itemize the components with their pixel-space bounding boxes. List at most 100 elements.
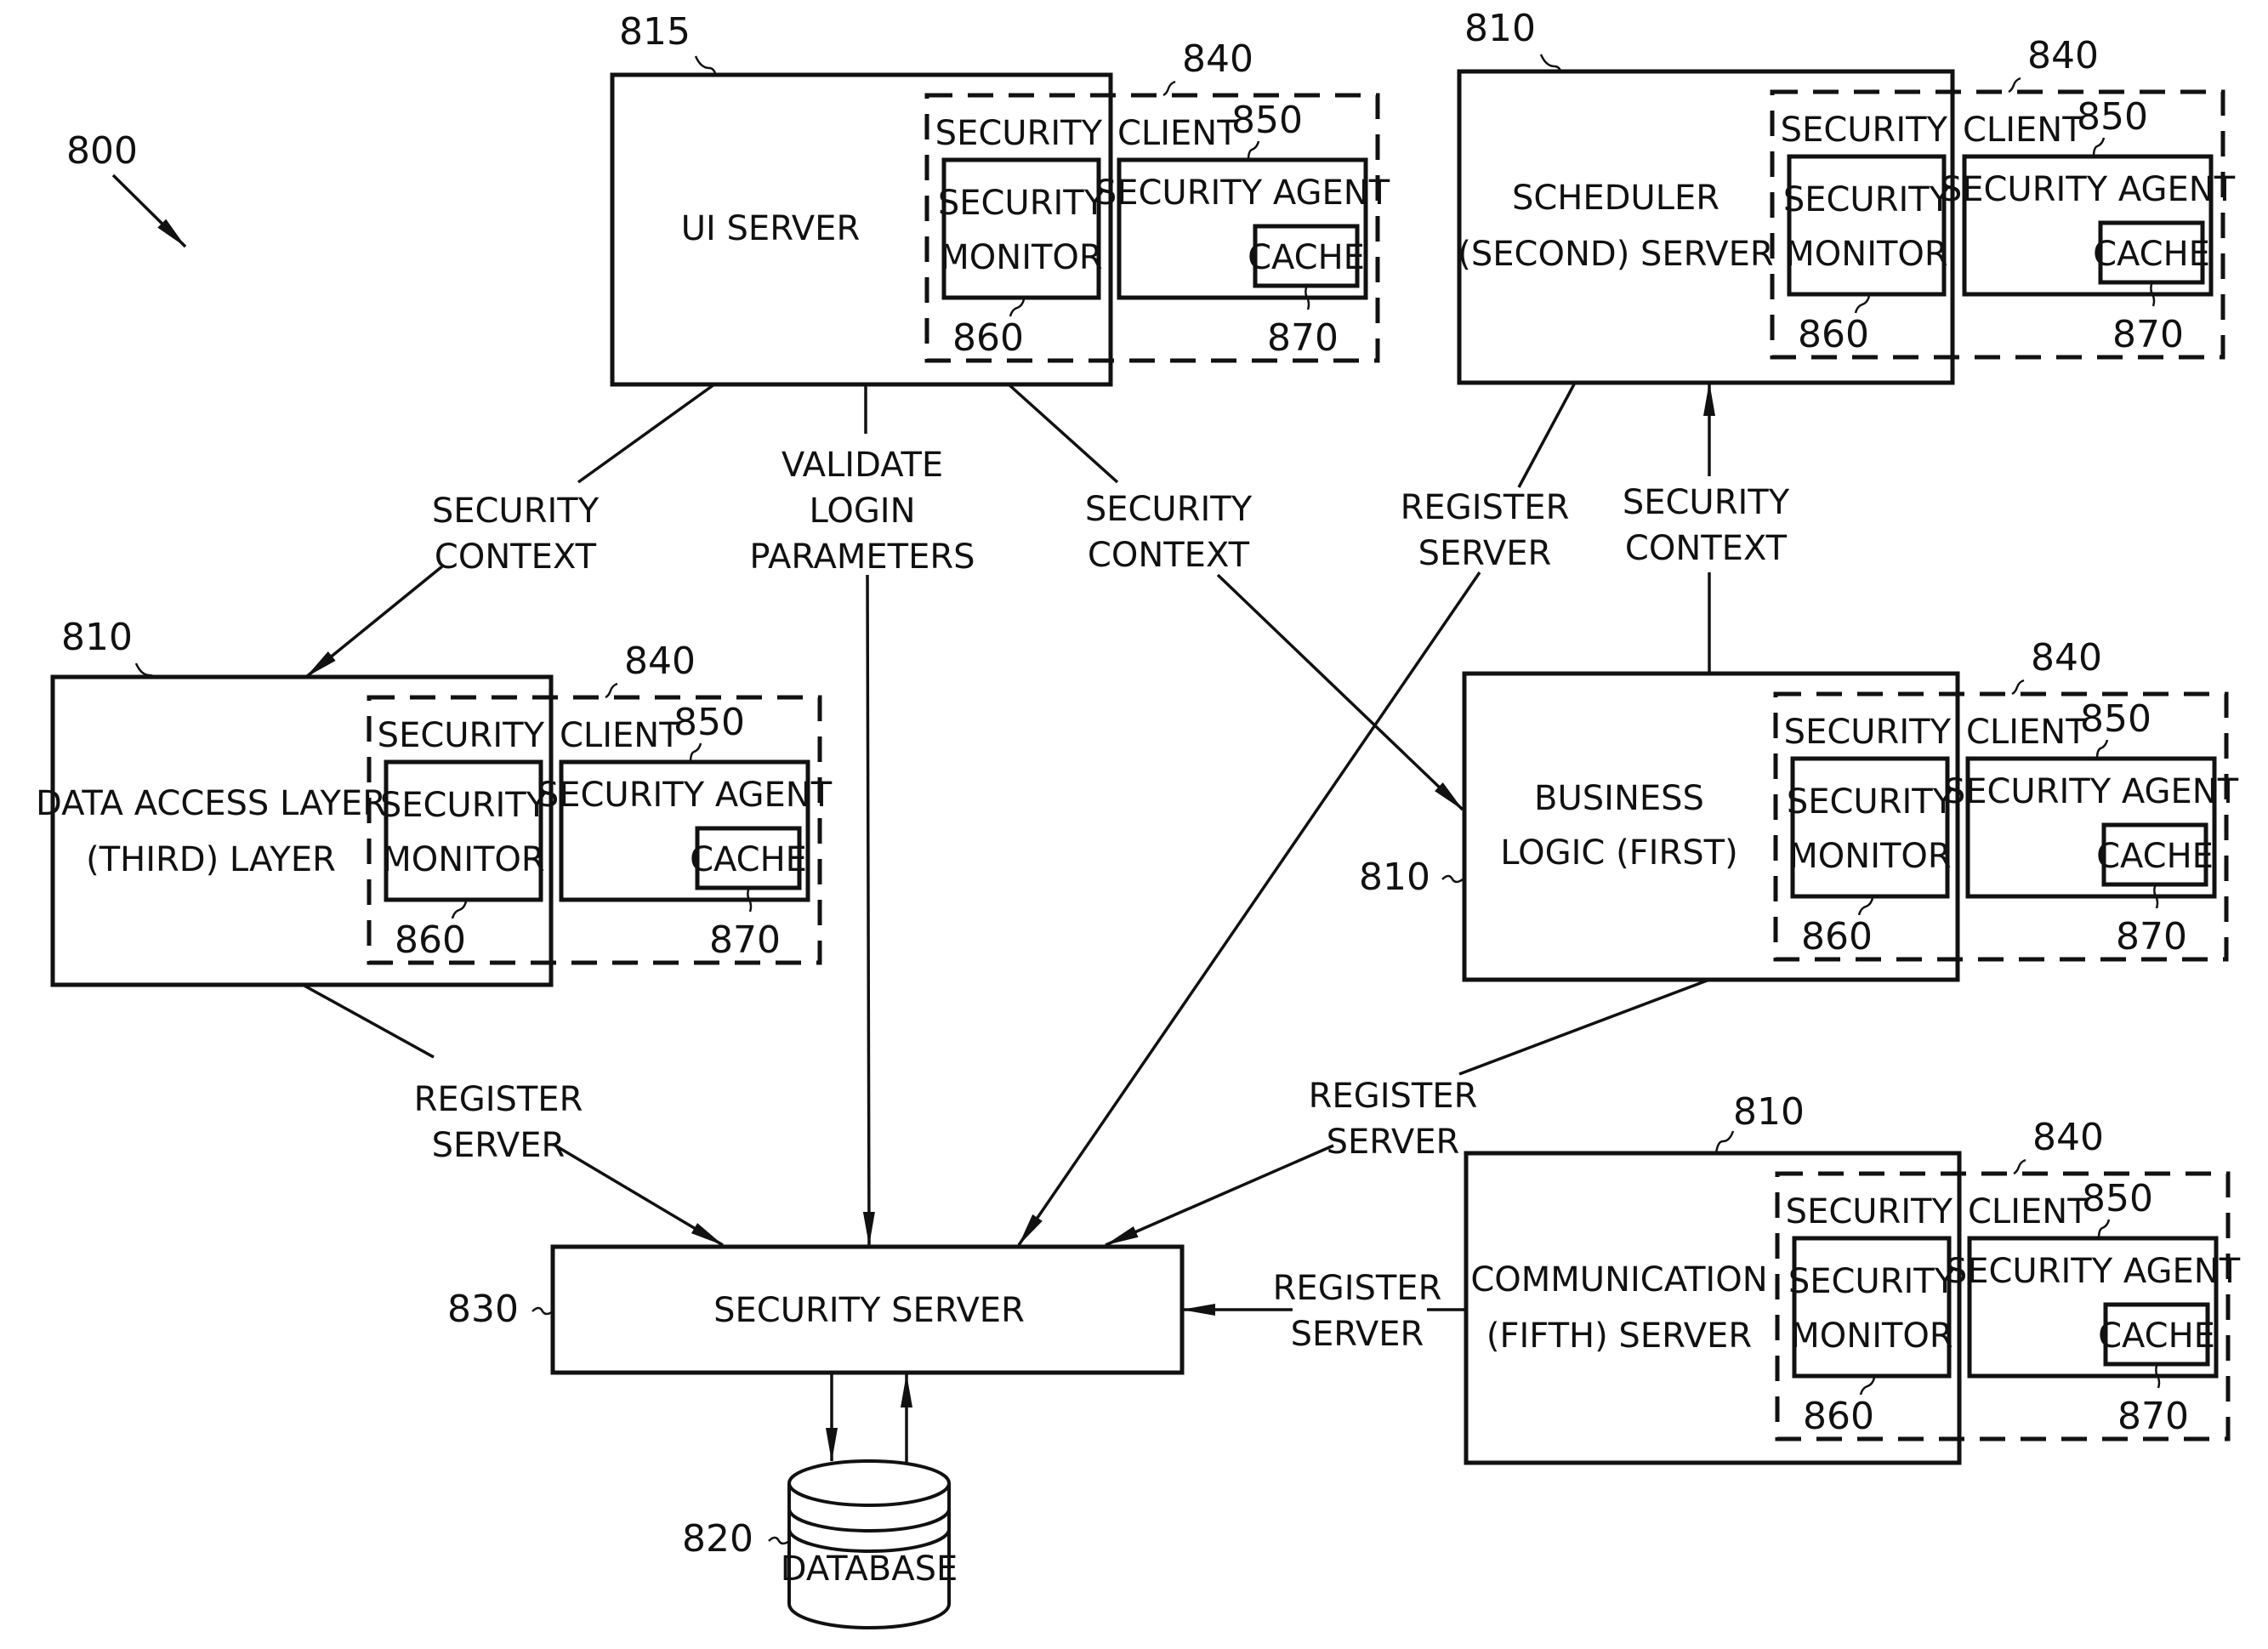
security-agent-label: SECURITY AGENT bbox=[1944, 772, 2239, 811]
security-agent-label: SECURITY AGENT bbox=[1095, 173, 1390, 213]
edge-label: REGISTER bbox=[1401, 488, 1570, 527]
node-label: (SECOND) SERVER bbox=[1458, 235, 1773, 274]
edge-label: SECURITY bbox=[432, 492, 600, 531]
edge-label: LOGIN bbox=[809, 492, 915, 531]
security-client-label: CLIENT bbox=[1963, 111, 2083, 150]
security-monitor-label: MONITOR bbox=[1785, 235, 1947, 274]
node-label: SCHEDULER bbox=[1512, 179, 1719, 218]
node-label: BUSINESS bbox=[1534, 779, 1704, 818]
node-label: (THIRD) LAYER bbox=[86, 840, 336, 879]
edge-label: REGISTER bbox=[414, 1080, 583, 1119]
edge-label: SERVER bbox=[1327, 1123, 1460, 1162]
security-monitor-label: SECURITY bbox=[1787, 782, 1954, 822]
edge-label: CONTEXT bbox=[435, 537, 597, 577]
security-monitor-label: SECURITY bbox=[938, 184, 1106, 223]
security-monitor-label: SECURITY bbox=[1788, 1262, 1956, 1301]
node-ref: 815 bbox=[619, 10, 691, 54]
edge-ui-to-business-seg1 bbox=[1007, 383, 1119, 484]
security-client-label: SECURITY bbox=[1786, 1192, 1953, 1231]
security-agent-label: SECURITY AGENT bbox=[1946, 1252, 2241, 1291]
security-monitor-label: MONITOR bbox=[382, 840, 544, 879]
security-client-label: CLIENT bbox=[1966, 713, 2087, 752]
node-ref: 830 bbox=[447, 1288, 519, 1331]
security-monitor-ref: 860 bbox=[1803, 1395, 1874, 1438]
cache-ref: 870 bbox=[2116, 915, 2187, 958]
security-monitor-label: MONITOR bbox=[1788, 837, 1951, 876]
leader-line bbox=[531, 1306, 554, 1316]
cache-ref: 870 bbox=[2112, 313, 2184, 356]
node-ref: 810 bbox=[1733, 1090, 1805, 1134]
node-ref: 810 bbox=[61, 616, 133, 659]
edge-business-register-seg1 bbox=[1458, 978, 1710, 1076]
node-label: SECURITY SERVER bbox=[713, 1291, 1025, 1330]
cache-label: CACHE bbox=[2093, 235, 2210, 274]
security-client-label: CLIENT bbox=[560, 716, 680, 755]
edge-label: SERVER bbox=[1291, 1315, 1424, 1354]
security-agent-ref: 850 bbox=[2082, 1177, 2153, 1220]
edge-business-register-arrow bbox=[1105, 1144, 1334, 1247]
security-monitor-label: MONITOR bbox=[940, 238, 1102, 277]
security-agent-ref: 850 bbox=[2077, 95, 2148, 139]
leader-line bbox=[1714, 1130, 1735, 1154]
security-monitor-ref: 860 bbox=[952, 316, 1024, 360]
edge-data-access-register-seg1 bbox=[302, 983, 435, 1059]
security-monitor-ref: 860 bbox=[1801, 915, 1873, 958]
security-client-label: SECURITY bbox=[1781, 111, 1948, 150]
security-client-ref: 840 bbox=[2031, 636, 2102, 680]
edge-ui-to-data-access-arrow bbox=[304, 565, 444, 679]
figure-ref-800: 800 bbox=[66, 129, 187, 248]
security-monitor-label: SECURITY bbox=[1783, 180, 1951, 219]
security-client-label: CLIENT bbox=[1968, 1192, 2089, 1231]
node-communication-server: 810 COMMUNICATION (FIFTH) SERVER 840 SECU… bbox=[1464, 1090, 2241, 1465]
edge-label: CONTEXT bbox=[1625, 529, 1788, 568]
security-agent-label: SECURITY AGENT bbox=[1941, 170, 2236, 209]
cache-ref: 870 bbox=[1267, 316, 1339, 360]
node-data-access-layer: 810 DATA ACCESS LAYER (THIRD) LAYER 840 S… bbox=[36, 616, 833, 987]
figure-ref-arrow-icon bbox=[111, 173, 187, 248]
security-client-ref: 840 bbox=[2027, 34, 2099, 77]
database-cylinder-icon bbox=[787, 1459, 951, 1629]
security-client-label: CLIENT bbox=[1117, 114, 1238, 153]
node-database: 820 DATABASE bbox=[682, 1459, 958, 1629]
leader-line bbox=[2092, 137, 2106, 157]
security-agent-ref: 850 bbox=[674, 701, 745, 744]
leader-line bbox=[2097, 1219, 2111, 1239]
security-monitor-ref: 860 bbox=[395, 918, 466, 962]
edge-scheduler-register-seg1 bbox=[1517, 382, 1577, 488]
cache-label: CACHE bbox=[2098, 1316, 2215, 1356]
leader-line bbox=[1247, 140, 1260, 161]
node-ref: 810 bbox=[1359, 856, 1430, 899]
node-label: LOGIC (FIRST) bbox=[1500, 833, 1737, 873]
edge-ui-to-data-access-seg1 bbox=[577, 383, 716, 484]
security-agent-label: SECURITY AGENT bbox=[537, 776, 833, 815]
security-monitor-ref: 860 bbox=[1798, 313, 1869, 356]
cache-label: CACHE bbox=[2096, 837, 2214, 876]
node-ref: 820 bbox=[682, 1517, 753, 1561]
node-scheduler-server: 810 SCHEDULER (SECOND) SERVER 840 SECURIT… bbox=[1457, 7, 2236, 385]
cache-label: CACHE bbox=[1248, 238, 1365, 277]
edge-label: CONTEXT bbox=[1088, 536, 1250, 575]
security-client-label: SECURITY bbox=[1784, 713, 1952, 752]
security-client-label: SECURITY bbox=[378, 716, 545, 755]
leader-line bbox=[1441, 874, 1464, 884]
node-label: UI SERVER bbox=[681, 209, 861, 248]
edge-label: REGISTER bbox=[1309, 1077, 1478, 1116]
security-client-ref: 840 bbox=[2032, 1116, 2104, 1159]
edge-validate-login-arrow bbox=[862, 574, 875, 1246]
edge-label: PARAMETERS bbox=[749, 537, 975, 577]
security-client-ref: 840 bbox=[624, 640, 696, 683]
node-business-logic: 810 BUSINESS LOGIC (FIRST) 840 SECURITY CL… bbox=[1359, 636, 2239, 982]
node-security-server: 830 SECURITY SERVER bbox=[447, 1244, 1185, 1375]
security-agent-ref: 850 bbox=[1231, 99, 1303, 142]
cache-ref: 870 bbox=[709, 918, 781, 962]
node-label: DATABASE bbox=[781, 1549, 958, 1589]
node-label: COMMUNICATION bbox=[1470, 1260, 1767, 1299]
edge-label: SERVER bbox=[1418, 534, 1552, 573]
leader-line bbox=[689, 742, 702, 763]
security-client-ref: 840 bbox=[1182, 37, 1253, 81]
security-monitor-label: SECURITY bbox=[380, 786, 548, 825]
security-monitor-label: MONITOR bbox=[1790, 1316, 1953, 1356]
leader-line bbox=[768, 1536, 790, 1545]
edge-label: REGISTER bbox=[1273, 1269, 1442, 1308]
security-architecture-diagram: 800 SECURITY CONTEXT VALIDATE LOGIN PARA… bbox=[36, 7, 2241, 1629]
